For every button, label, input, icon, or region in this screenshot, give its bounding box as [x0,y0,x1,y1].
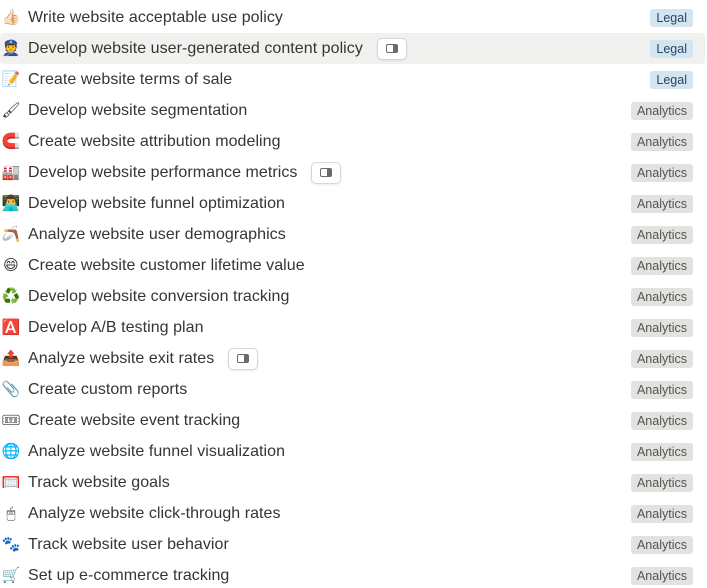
item-title[interactable]: Develop website user-generated content p… [28,40,363,58]
category-tag: Analytics [630,318,693,337]
outbox-tray-icon: 📤 [1,349,21,367]
thumbs-up-icon: 👍🏻 [1,8,21,26]
item-title[interactable]: Create website terms of sale [28,71,232,89]
item-title[interactable]: Create website customer lifetime value [28,257,305,275]
category-tag: Analytics [630,194,693,213]
boomerang-icon: 🪃 [1,225,21,243]
list-item[interactable]: 👮 Develop website user-generated content … [0,33,705,64]
item-title[interactable]: Track website goals [28,474,170,492]
open-in-side-peek-button[interactable] [228,347,258,370]
item-title[interactable]: Develop website performance metrics [28,164,297,182]
list-item[interactable]: 🖌 Develop website segmentation Analytics [0,95,705,126]
grinning-face-icon: 😄 [3,256,19,274]
category-tag: Analytics [630,411,693,430]
task-list: 👍🏻 Write website acceptable use policy Leg… [0,0,707,588]
item-title[interactable]: Develop website segmentation [28,102,247,120]
item-title[interactable]: Write website acceptable use policy [28,9,283,27]
item-title[interactable]: Develop website funnel optimization [28,195,285,213]
list-item[interactable]: 👨‍💻 Develop website funnel optimization An… [0,188,705,219]
computer-mouse-icon: 🖱 [6,504,16,522]
recycling-icon: ♻️ [1,287,21,305]
category-tag: Analytics [630,504,693,523]
magnet-icon: 🧲 [1,132,21,150]
category-tag: Analytics [630,535,693,554]
category-tag: Analytics [630,380,693,399]
category-tag: Legal [650,70,693,89]
category-tag: Analytics [630,101,693,120]
globe-icon: 🌐 [1,442,21,460]
list-item[interactable]: 🖱 Analyze website click-through rates Anal… [0,498,705,529]
item-title[interactable]: Analyze website exit rates [28,350,214,368]
category-tag: Analytics [630,132,693,151]
list-item[interactable]: 📤 Analyze website exit rates Analytics [0,343,705,374]
category-tag: Analytics [630,256,693,275]
paintbrush-icon: 🖌 [1,101,21,119]
list-item[interactable]: 👍🏻 Write website acceptable use policy Leg… [0,2,705,33]
letter-a-button-icon: 🅰️ [1,318,21,336]
police-officer-icon: 👮 [1,39,21,57]
list-item[interactable]: 🐾 Track website user behavior Analytics [0,529,705,560]
side-peek-icon [320,168,332,177]
list-item[interactable]: ♻️ Develop website conversion tracking Ana… [0,281,705,312]
list-item[interactable]: 😄 Create website customer lifetime value A… [0,250,705,281]
item-title[interactable]: Analyze website user demographics [28,226,286,244]
item-title[interactable]: Develop A/B testing plan [28,319,204,337]
technologist-icon: 👨‍💻 [1,194,21,212]
category-tag: Analytics [630,287,693,306]
item-title[interactable]: Analyze website click-through rates [28,505,281,523]
list-item[interactable]: 🧲 Create website attribution modeling Anal… [0,126,705,157]
side-peek-icon [237,354,249,363]
category-tag: Analytics [630,442,693,461]
category-tag: Legal [650,8,693,27]
item-title[interactable]: Create website event tracking [28,412,240,430]
item-title[interactable]: Set up e-commerce tracking [28,567,229,585]
category-tag: Analytics [630,473,693,492]
category-tag: Analytics [630,225,693,244]
list-item[interactable]: 🏭 Develop website performance metrics Anal… [0,157,705,188]
ticket-icon: 🎟 [1,411,21,429]
item-title[interactable]: Analyze website funnel visualization [28,443,285,461]
paperclip-icon: 📎 [1,380,21,398]
category-tag: Analytics [630,163,693,182]
list-item[interactable]: 🎟 Create website event tracking Analytics [0,405,705,436]
category-tag: Legal [650,39,693,58]
list-item[interactable]: 📝 Create website terms of sale Legal [0,64,705,95]
list-item[interactable]: 🅰️ Develop A/B testing plan Analytics [0,312,705,343]
category-tag: Analytics [630,349,693,368]
open-in-side-peek-button[interactable] [377,37,407,60]
goal-net-icon: 🥅 [1,473,21,491]
item-title[interactable]: Create website attribution modeling [28,133,281,151]
list-item[interactable]: 🌐 Analyze website funnel visualization Ana… [0,436,705,467]
memo-icon: 📝 [1,70,21,88]
shopping-cart-icon: 🛒 [1,566,21,584]
factory-icon: 🏭 [1,163,21,181]
item-title[interactable]: Track website user behavior [28,536,229,554]
list-item[interactable]: 🛒 Set up e-commerce tracking Analytics [0,560,705,588]
list-item[interactable]: 🪃 Analyze website user demographics Analyt… [0,219,705,250]
item-title[interactable]: Create custom reports [28,381,187,399]
list-item[interactable]: 🥅 Track website goals Analytics [0,467,705,498]
category-tag: Analytics [630,566,693,585]
side-peek-icon [386,44,398,53]
list-item[interactable]: 📎 Create custom reports Analytics [0,374,705,405]
item-title[interactable]: Develop website conversion tracking [28,288,289,306]
paw-prints-icon: 🐾 [1,535,21,553]
open-in-side-peek-button[interactable] [311,161,341,184]
